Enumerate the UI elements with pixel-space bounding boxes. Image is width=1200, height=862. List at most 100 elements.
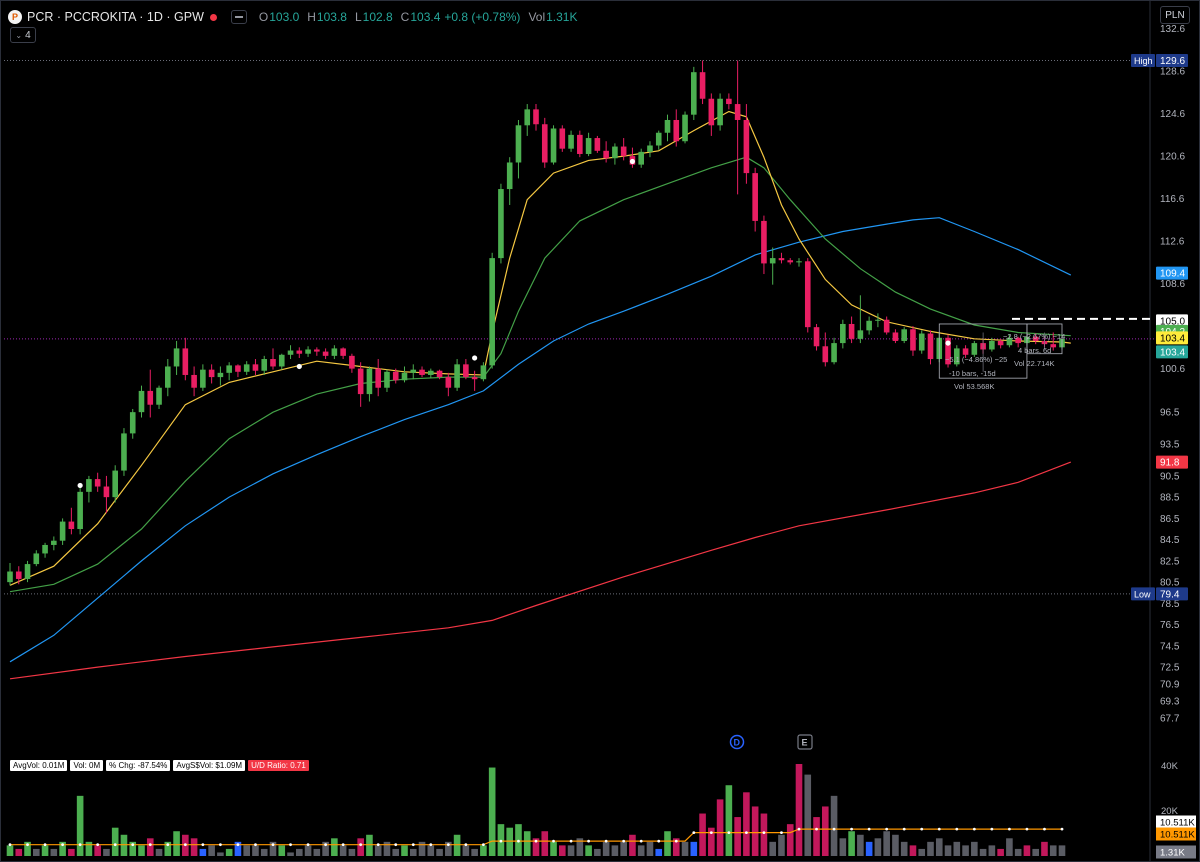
volume-bar (1006, 838, 1013, 856)
candle-body (200, 369, 206, 388)
avg-volume-dot (832, 827, 836, 831)
candle (296, 347, 303, 358)
candle (813, 323, 820, 351)
candle (322, 348, 329, 360)
price-chart[interactable]: −2.8 (−2.67%) −14 4 bars, 6d Vol 22.714K −5… (0, 0, 1200, 862)
avg-volume-dot (990, 827, 994, 831)
volume-bar (760, 813, 768, 856)
candle-body (927, 333, 934, 360)
candle (761, 215, 767, 275)
price-tick-label: 86.5 (1160, 514, 1180, 525)
candle (7, 563, 13, 586)
candle-body (129, 412, 136, 434)
volume-bar (681, 841, 689, 856)
price-tag: 129.6 High (1131, 53, 1188, 67)
avg-volume-dot (289, 843, 292, 847)
avg-volume-dot (1008, 827, 1011, 831)
avg-volume-dot (254, 843, 257, 847)
price-tick-label: 128.6 (1160, 67, 1185, 78)
symbol-title[interactable]: PCR · PCCROKITA · 1D · GPW (27, 10, 204, 24)
avg-volume-dot (96, 843, 100, 847)
candle (901, 327, 907, 344)
candle-body (638, 151, 644, 165)
candle (857, 295, 864, 344)
volume-tag-value: 1.31K (1160, 848, 1185, 859)
candle-body (366, 368, 373, 395)
volume-bar (409, 848, 417, 856)
candle-body (603, 150, 609, 159)
pivot-marker (472, 355, 478, 361)
price-tick-label: 90.5 (1160, 471, 1180, 482)
volume-bar (138, 845, 145, 856)
volume-bar (962, 845, 969, 856)
price-tag: 91.8 (1156, 455, 1188, 469)
candle (349, 353, 355, 373)
price-tick-label: 82.5 (1160, 556, 1180, 567)
volume-bar (822, 806, 829, 856)
symbol-logo-icon: P (8, 10, 22, 24)
volume-bar (383, 841, 391, 856)
volume-bar (76, 795, 84, 856)
candle-body (314, 349, 320, 352)
avg-volume-dot (797, 827, 801, 831)
candle (384, 369, 390, 392)
candle (568, 130, 574, 152)
avg-volume-dot (850, 827, 853, 831)
candle (129, 408, 136, 439)
volume-bar (287, 852, 294, 856)
volume-bar (296, 848, 303, 856)
indicators-count: 4 (25, 29, 31, 41)
candle (401, 366, 408, 383)
candle (15, 566, 22, 585)
candle-body (77, 491, 83, 530)
candle (305, 346, 311, 357)
measure-annotation: Vol 22.714K (1014, 359, 1054, 368)
candle-body (138, 390, 145, 413)
candle (331, 345, 338, 360)
collapse-legend-icon[interactable] (230, 10, 247, 24)
candle (138, 385, 145, 418)
candle-body (708, 98, 715, 126)
candle-body (550, 128, 557, 163)
volume-bar (874, 838, 882, 856)
candle-body (357, 368, 364, 395)
candle-body (726, 98, 732, 105)
avg-volume-dot (394, 843, 398, 847)
candle-body (752, 173, 758, 221)
price-tick-label: 100.6 (1160, 364, 1185, 375)
candle (59, 518, 66, 545)
price-tick-label: 112.6 (1160, 237, 1185, 248)
avg-volume-dot (131, 843, 135, 847)
candle (822, 332, 829, 367)
volume-bar (1032, 848, 1039, 856)
price-tick-label: 116.6 (1160, 194, 1185, 205)
volume-bar (190, 838, 198, 856)
avg-volume-dot (587, 839, 590, 843)
candle (103, 475, 110, 514)
volume-tag-value: 10.511K (1160, 830, 1195, 841)
avg-volume-dot (639, 839, 643, 843)
candle (261, 355, 268, 375)
price-tick-label: 78.5 (1160, 599, 1180, 610)
low-value: 102.8 (362, 10, 393, 24)
volume-bar (217, 852, 224, 856)
currency-button[interactable]: PLN (1160, 6, 1190, 24)
candle (550, 125, 557, 165)
volume-bar (146, 838, 154, 856)
price-tick-label: 93.5 (1160, 440, 1180, 451)
candle-body (331, 348, 338, 356)
avg-volume-dot (324, 843, 327, 847)
candle-body (875, 319, 881, 321)
volume-bar (15, 848, 23, 856)
volume-bar (260, 848, 268, 856)
candle-body (340, 348, 346, 356)
avg-volume-dot (920, 827, 924, 831)
candle-body (7, 571, 13, 583)
candle (252, 359, 259, 375)
candle (314, 347, 320, 356)
volume-bar (243, 845, 250, 856)
candle (86, 475, 92, 503)
volume-bar (988, 845, 996, 856)
indicators-toggle-button[interactable]: ⌄ 4 (10, 27, 36, 43)
volume-axis-label: 40K (1161, 761, 1179, 772)
